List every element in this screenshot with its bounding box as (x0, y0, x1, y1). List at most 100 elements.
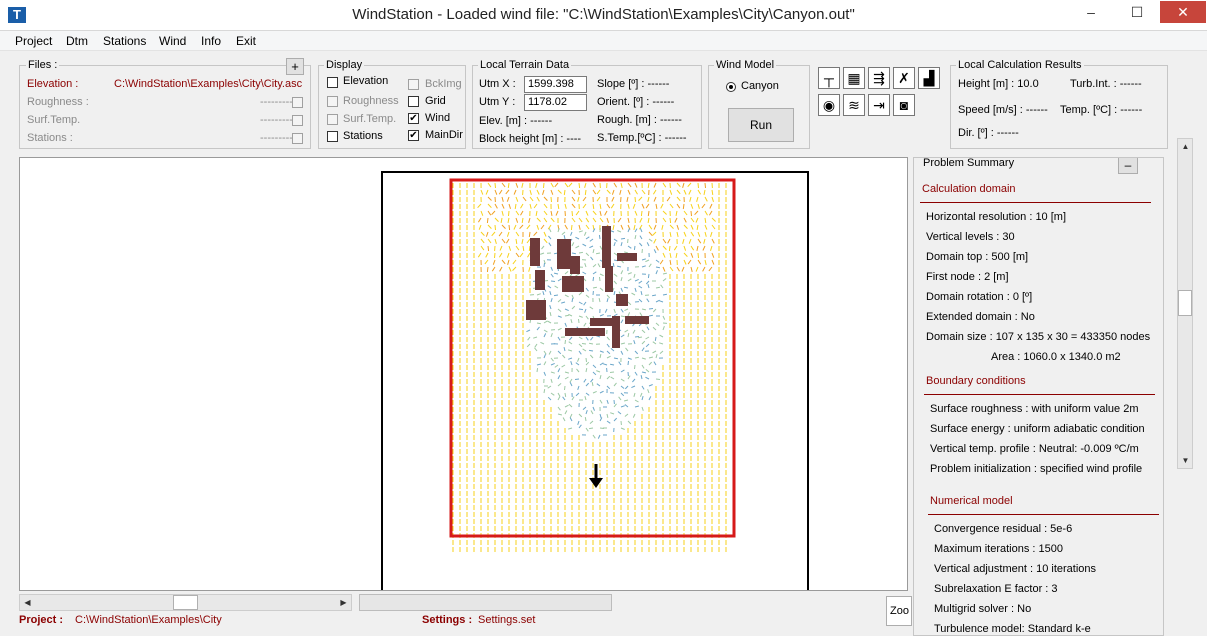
summary-scrollbar[interactable]: ▲ ▼ (1177, 138, 1193, 469)
elevation-display-checkbox[interactable] (327, 77, 338, 88)
wind-vector (589, 349, 594, 352)
summary-item: Maximum iterations : 1500 (934, 543, 1063, 555)
canyon-radio[interactable] (726, 82, 736, 92)
wind-vector (620, 237, 626, 240)
wind-vector (585, 357, 587, 363)
wind-vector (564, 339, 566, 345)
menu-stations[interactable]: Stations (103, 34, 146, 48)
wind-vector (634, 356, 639, 359)
wind-label: Wind (425, 112, 451, 124)
elev-readout: Elev. [m] : ------ (479, 115, 553, 127)
block-height-readout: Block height [m] : ---- (479, 133, 582, 145)
wind-model-group: Wind Model Canyon Run (708, 59, 810, 149)
scroll-right-arrow[interactable]: ▶ (336, 595, 351, 610)
wind-vector (589, 342, 594, 345)
stemp-readout: S.Temp.[ºC] : ------ (597, 132, 687, 144)
wind-vector (624, 286, 629, 289)
canvas-hscrollbar[interactable]: ◀ ▶ (19, 594, 352, 611)
scroll-down-arrow[interactable]: ▼ (1178, 453, 1193, 468)
menu-wind[interactable]: Wind (159, 34, 186, 48)
wind-vector (581, 343, 587, 345)
wind-vector (704, 182, 706, 189)
map-canvas[interactable] (19, 157, 908, 591)
summary-item: Domain size : 107 x 135 x 30 = 433350 no… (926, 331, 1151, 343)
wind-model-legend: Wind Model (714, 59, 777, 71)
menu-info[interactable]: Info (201, 34, 221, 48)
menu-exit[interactable]: Exit (236, 34, 256, 48)
wind-vector (486, 217, 489, 224)
settings-status-label: Settings : (422, 614, 473, 626)
summary-item: Convergence residual : 5e-6 (934, 523, 1073, 535)
roughness-checkbox[interactable] (292, 97, 303, 108)
utmy-label: Utm Y : (479, 96, 516, 108)
maindir-checkbox[interactable]: ✔ (408, 130, 419, 141)
menu-bar: Project Dtm Stations Wind Info Exit (0, 31, 1207, 51)
run-button[interactable]: Run (728, 108, 794, 142)
anemometer-icon[interactable]: ┬ (818, 67, 840, 89)
files-legend: Files : (26, 59, 60, 71)
summary-item: Surface energy : uniform adiabatic condi… (930, 423, 1145, 435)
waves-icon[interactable]: ≋ (843, 94, 865, 116)
utmx-label: Utm X : (479, 78, 516, 90)
roughness-display-checkbox[interactable] (327, 96, 338, 107)
surftemp-display-label: Surf.Temp. (343, 113, 397, 125)
minimize-button[interactable]: – (1068, 1, 1114, 23)
grid-icon[interactable]: ▦ (843, 67, 865, 89)
wind-vector (592, 286, 597, 289)
add-file-button[interactable]: + (286, 58, 304, 75)
title-bar: T WindStation - Loaded wind file: "C:\Wi… (0, 0, 1207, 31)
calc-domain-heading: Calculation domain (922, 183, 1016, 195)
summary-item: Vertical temp. profile : Neutral: -0.009… (930, 443, 1139, 455)
roughness-display-label: Roughness (343, 95, 399, 107)
stations-display-checkbox[interactable] (327, 131, 338, 142)
stations-value: --------- (260, 132, 293, 144)
settings-status-value: Settings.set (478, 614, 536, 626)
hscrollbar-thumb[interactable] (173, 595, 198, 610)
wind-vector (563, 189, 566, 196)
display-legend: Display (324, 59, 365, 71)
wind-vector (655, 378, 661, 380)
surftemp-checkbox[interactable] (292, 115, 303, 126)
wind-vector (487, 245, 490, 252)
menu-project[interactable]: Project (15, 34, 52, 48)
summary-item: Surface roughness : with uniform value 2… (930, 403, 1139, 415)
height-readout: Height [m] : 10.0 (958, 78, 1039, 90)
wind-vector (584, 417, 587, 422)
summary-collapse-button[interactable]: – (1118, 158, 1138, 174)
wind-checkbox[interactable]: ✔ (408, 113, 419, 124)
eye-icon[interactable]: ◉ (818, 94, 840, 116)
close-button[interactable]: ✕ (1160, 1, 1206, 23)
grid-checkbox[interactable] (408, 96, 419, 107)
utmy-field[interactable]: 1178.02 (524, 94, 587, 111)
wind-vector (507, 182, 510, 188)
stations-label: Stations : (27, 132, 73, 144)
elevation-file-path[interactable]: C:\WindStation\Examples\City\City.asc (114, 78, 302, 90)
wind-vector (654, 336, 657, 341)
camera-icon[interactable]: ◙ (893, 94, 915, 116)
maximize-button[interactable]: ☐ (1114, 1, 1160, 23)
menu-dtm[interactable]: Dtm (66, 34, 88, 48)
tools-icon[interactable]: ✗ (893, 67, 915, 89)
wind-vector (627, 360, 629, 366)
wind-vector (620, 315, 625, 318)
wind-vector (598, 234, 601, 240)
utmx-field[interactable]: 1599.398 (524, 76, 587, 93)
bckimg-checkbox[interactable] (408, 79, 419, 90)
scroll-left-arrow[interactable]: ◀ (20, 595, 35, 610)
wind-vector (543, 262, 545, 268)
stations-checkbox[interactable] (292, 133, 303, 144)
wind-vector (528, 231, 531, 238)
wind-field-view[interactable] (20, 158, 908, 591)
building-block (557, 239, 571, 269)
export-icon[interactable]: ⇥ (868, 94, 890, 116)
vectors-icon[interactable]: ⇶ (868, 67, 890, 89)
surftemp-display-checkbox[interactable] (327, 114, 338, 125)
terrain-legend: Local Terrain Data (478, 59, 572, 71)
scroll-up-arrow[interactable]: ▲ (1178, 139, 1193, 154)
wind-vector (571, 210, 573, 217)
scrollbar-thumb[interactable] (1178, 290, 1192, 316)
summary-item: Horizontal resolution : 10 [m] (926, 211, 1067, 223)
buildings-icon[interactable]: ▟ (918, 67, 940, 89)
wind-vector (647, 273, 650, 279)
display-group: Display Elevation Roughness Surf.Temp. S… (318, 59, 466, 149)
